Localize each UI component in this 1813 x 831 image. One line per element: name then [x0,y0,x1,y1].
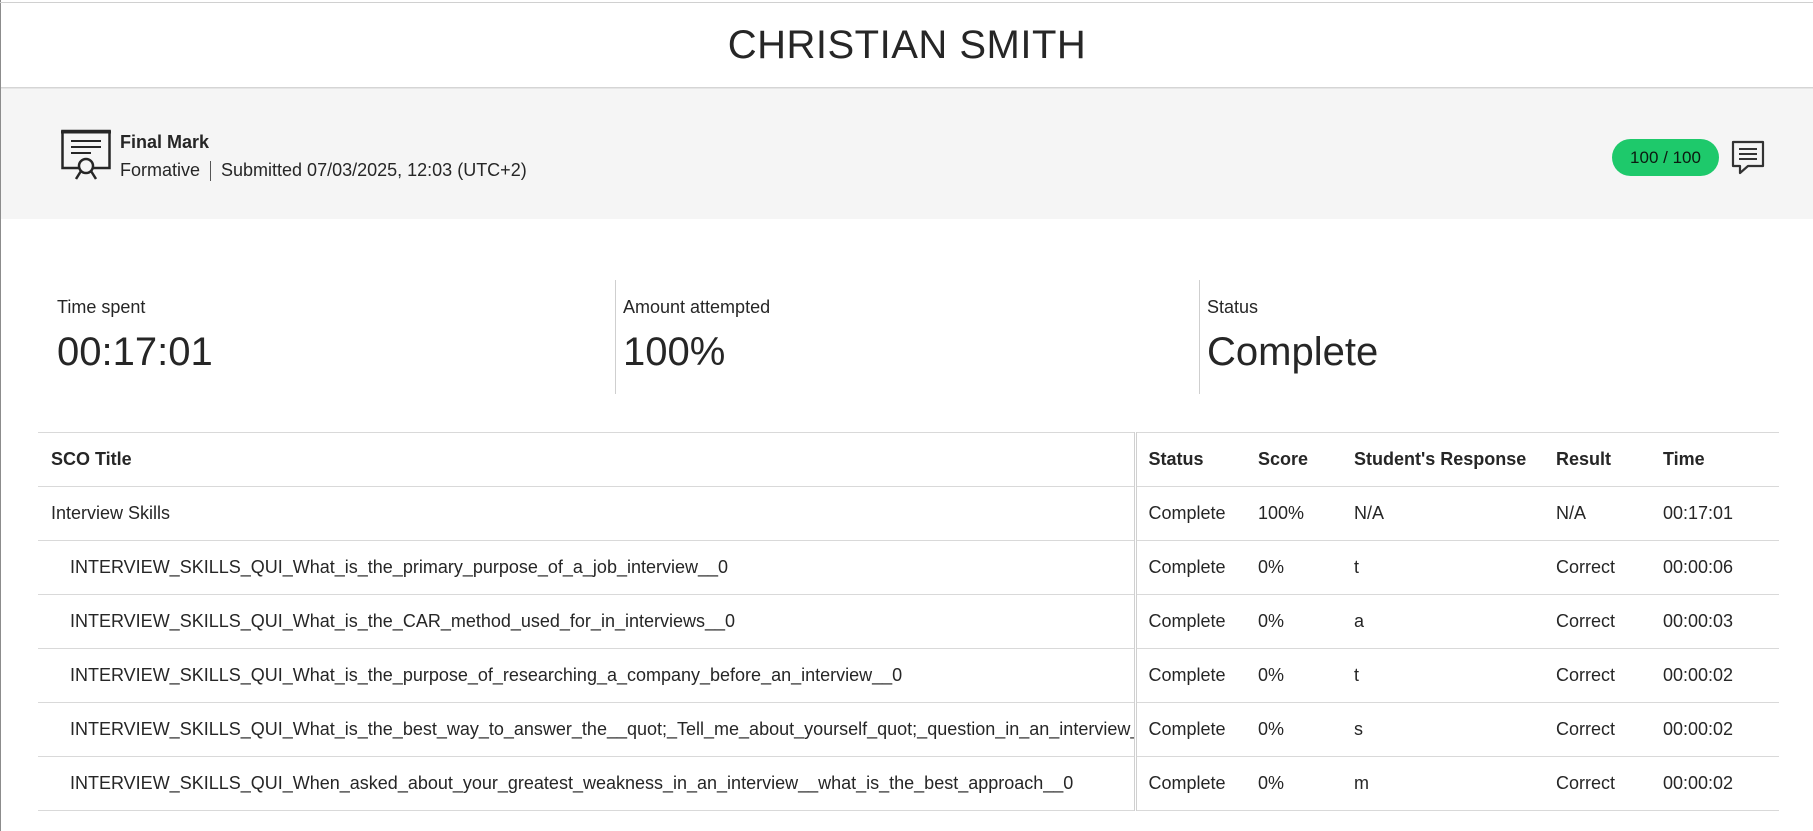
table-row: INTERVIEW_SKILLS_QUI_What_is_the_best_wa… [38,702,1779,757]
learner-name: CHRISTIAN SMITH [727,22,1087,67]
time-spent-stat: Time spent 00:17:01 [38,280,615,394]
sco-title: INTERVIEW_SKILLS_QUI_When_asked_about_yo… [38,756,1137,811]
sco-table: SCO Title Status Score Student's Respons… [38,432,1779,811]
column-header-score: Score [1258,432,1354,487]
row-response: N/A [1354,486,1556,541]
column-header-time: Time [1663,432,1779,487]
amount-attempted-value: 100% [623,330,726,374]
row-response: t [1354,540,1556,595]
row-status: Complete [1135,648,1258,703]
row-status: Complete [1135,756,1258,811]
table-row: INTERVIEW_SKILLS_QUI_What_is_the_primary… [38,540,1779,595]
row-result: Correct [1556,594,1663,649]
row-score: 0% [1258,594,1354,649]
page-header: CHRISTIAN SMITH [1,3,1813,88]
final-mark-details: Formative Submitted 07/03/2025, 12:03 (U… [120,160,527,181]
sco-title: INTERVIEW_SKILLS_QUI_What_is_the_CAR_met… [38,594,1137,649]
column-header-response: Student's Response [1354,432,1556,487]
sco-title: Interview Skills [38,486,1137,541]
certificate-icon [61,129,111,180]
row-result: Correct [1556,648,1663,703]
row-score: 0% [1258,648,1354,703]
row-time: 00:00:02 [1663,702,1779,757]
row-score: 0% [1258,702,1354,757]
row-result: N/A [1556,486,1663,541]
row-time: 00:17:01 [1663,486,1779,541]
table-row: INTERVIEW_SKILLS_QUI_What_is_the_CAR_met… [38,594,1779,649]
status-stat: Status Complete [1188,280,1778,394]
amount-attempted-label: Amount attempted [623,297,771,317]
separator [210,160,212,181]
row-response: m [1354,756,1556,811]
row-status: Complete [1135,594,1258,649]
status-value: Complete [1207,330,1379,374]
amount-attempted-stat: Amount attempted 100% [604,280,1188,394]
row-score: 0% [1258,540,1354,595]
time-spent-value: 00:17:01 [57,330,213,374]
summary-stats: Time spent 00:17:01 Amount attempted 100… [38,280,1778,394]
score-badge[interactable]: 100 / 100 [1612,139,1719,176]
submitted-timestamp: Submitted 07/03/2025, 12:03 (UTC+2) [221,160,527,180]
row-time: 00:00:03 [1663,594,1779,649]
comment-icon[interactable] [1731,140,1765,176]
column-header-status: Status [1135,432,1258,487]
row-result: Correct [1556,540,1663,595]
row-time: 00:00:02 [1663,648,1779,703]
row-time: 00:00:02 [1663,756,1779,811]
time-spent-label: Time spent [57,297,146,317]
row-score: 0% [1258,756,1354,811]
column-header-result: Result [1556,432,1663,487]
row-status: Complete [1135,540,1258,595]
table-row: Interview Skills Complete 100% N/A N/A 0… [38,486,1779,541]
sco-title: INTERVIEW_SKILLS_QUI_What_is_the_purpose… [38,648,1137,703]
table-row: INTERVIEW_SKILLS_QUI_What_is_the_purpose… [38,648,1779,703]
row-response: a [1354,594,1556,649]
row-status: Complete [1135,702,1258,757]
final-mark-panel: Final Mark Formative Submitted 07/03/202… [1,88,1813,219]
final-mark-title: Final Mark [120,132,210,152]
sco-title: INTERVIEW_SKILLS_QUI_What_is_the_best_wa… [38,702,1137,757]
row-status: Complete [1135,486,1258,541]
row-result: Correct [1556,756,1663,811]
row-result: Correct [1556,702,1663,757]
row-response: s [1354,702,1556,757]
row-score: 100% [1258,486,1354,541]
table-row: INTERVIEW_SKILLS_QUI_When_asked_about_yo… [38,756,1779,811]
assessment-type: Formative [120,160,201,180]
table-header-row: SCO Title Status Score Student's Respons… [38,432,1779,487]
sco-title: INTERVIEW_SKILLS_QUI_What_is_the_primary… [38,540,1137,595]
row-time: 00:00:06 [1663,540,1779,595]
column-header-sco-title: SCO Title [38,432,1137,487]
status-label: Status [1207,297,1259,317]
row-response: t [1354,648,1556,703]
